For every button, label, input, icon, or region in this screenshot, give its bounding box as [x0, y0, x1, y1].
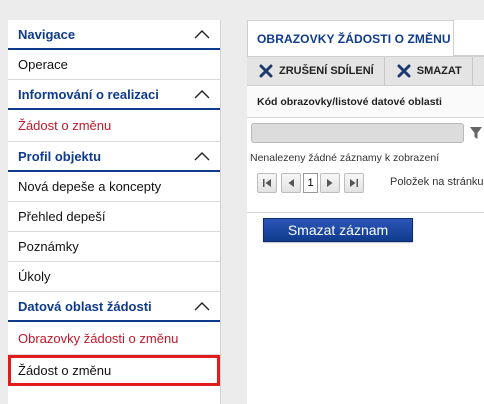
- prev-page-button[interactable]: [281, 173, 301, 193]
- prev-page-icon: [288, 179, 294, 187]
- empty-message: Nenalezeny žádné záznamy k zobrazení: [250, 152, 440, 164]
- sidebar-section-profil-objektu[interactable]: Profil objektu: [8, 142, 220, 172]
- cancel-share-label: ZRUŠENÍ SDÍLENÍ: [279, 65, 374, 77]
- per-page-label: Položek na stránku: [390, 176, 484, 188]
- sidebar: Navigace Operace Informování o realizaci…: [8, 20, 221, 404]
- tab-obrazovky-zadosti[interactable]: OBRAZOVKY ŽÁDOSTI O ZMĚNU: [247, 20, 454, 56]
- sidebar-item-ukoly[interactable]: Úkoly: [8, 262, 220, 292]
- last-page-button[interactable]: [344, 173, 364, 193]
- sidebar-item-nova-depese[interactable]: Nová depeše a koncepty: [8, 172, 220, 202]
- sidebar-item-zadost-o-zmenu[interactable]: Žádost o změnu: [8, 355, 220, 386]
- sidebar-item-poznamky[interactable]: Poznámky: [8, 232, 220, 262]
- sidebar-section-title: Profil objektu: [18, 148, 102, 164]
- last-page-icon: [350, 179, 358, 187]
- sidebar-item-label: Operace: [18, 57, 68, 72]
- sidebar-section-title: Navigace: [18, 26, 76, 42]
- page-number-input[interactable]: 1: [303, 173, 318, 193]
- first-page-button[interactable]: [257, 173, 277, 193]
- main-panel: OBRAZOVKY ŽÁDOSTI O ZMĚNU ZRUŠENÍ SDÍLEN…: [247, 20, 484, 404]
- next-page-icon: [327, 179, 333, 187]
- filter-input[interactable]: [251, 123, 464, 143]
- filter-row: [247, 118, 484, 148]
- chevron-up-icon[interactable]: [194, 29, 210, 39]
- sidebar-item-label: Přehled depeší: [18, 209, 106, 224]
- delete-label: SMAZAT: [416, 65, 462, 77]
- sidebar-section-informovani[interactable]: Informování o realizaci: [8, 80, 220, 110]
- sidebar-item-operace[interactable]: Operace: [8, 50, 220, 80]
- sidebar-section-datova-oblast[interactable]: Datová oblast žádosti: [8, 292, 220, 322]
- delete-record-button[interactable]: Smazat záznam: [263, 218, 413, 242]
- sidebar-item-label: Poznámky: [18, 239, 79, 254]
- sidebar-item-label: Nová depeše a koncepty: [18, 179, 162, 194]
- delete-button[interactable]: SMAZAT: [385, 57, 473, 85]
- sidebar-section-navigace[interactable]: Navigace: [8, 20, 220, 50]
- sidebar-item-label: Obrazovky žádosti o změnu: [18, 330, 179, 346]
- chevron-up-icon[interactable]: [194, 151, 210, 161]
- toolbar: ZRUŠENÍ SDÍLENÍ SMAZAT: [247, 56, 484, 86]
- sidebar-item-prehled-depesi[interactable]: Přehled depeší: [8, 202, 220, 232]
- next-page-button[interactable]: [320, 173, 340, 193]
- close-icon: [259, 64, 273, 78]
- sidebar-item-label: Úkoly: [18, 269, 51, 284]
- filter-icon[interactable]: [469, 126, 483, 140]
- column-header-label: Kód obrazovky/listové datové oblasti: [257, 95, 442, 108]
- sidebar-item-label: Žádost o změnu: [18, 363, 112, 378]
- close-icon: [397, 64, 411, 78]
- sidebar-section-title: Informování o realizaci: [18, 86, 159, 102]
- chevron-up-icon[interactable]: [194, 89, 210, 99]
- sidebar-section-title: Datová oblast žádosti: [18, 298, 152, 314]
- cancel-share-button[interactable]: ZRUŠENÍ SDÍLENÍ: [247, 57, 385, 85]
- sidebar-item-zadost-o-zmenu-realizace[interactable]: Žádost o změnu: [8, 110, 220, 142]
- first-page-icon: [263, 179, 271, 187]
- sidebar-item-obrazovky-zadosti[interactable]: Obrazovky žádosti o změnu: [8, 322, 220, 355]
- sidebar-item-label: Žádost o změnu: [18, 118, 112, 133]
- divider: [247, 212, 484, 213]
- chevron-up-icon[interactable]: [194, 301, 210, 311]
- delete-record-label: Smazat záznam: [287, 222, 389, 238]
- pager: 1: [257, 171, 364, 195]
- tab-label: OBRAZOVKY ŽÁDOSTI O ZMĚNU: [257, 31, 451, 46]
- column-header-kod[interactable]: Kód obrazovky/listové datové oblasti: [247, 86, 484, 118]
